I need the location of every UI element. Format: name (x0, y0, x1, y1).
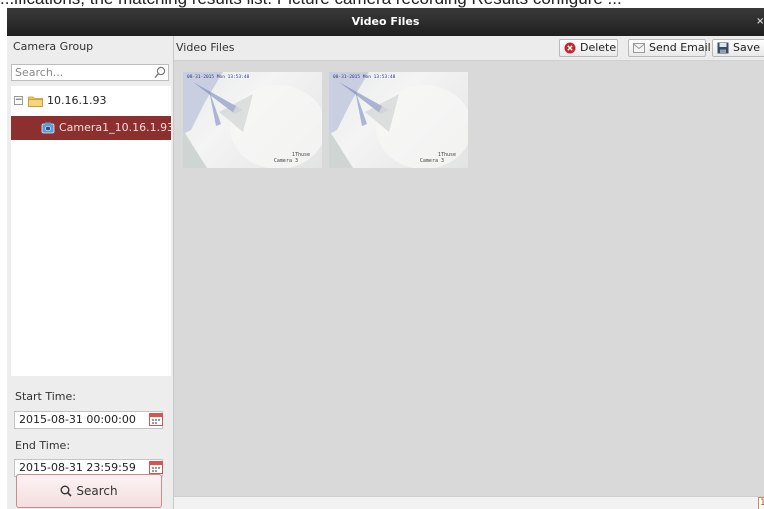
search-icon[interactable] (154, 66, 166, 79)
send-email-label: Send Email (649, 41, 711, 54)
save-as-button[interactable]: Save as (712, 39, 764, 57)
video-thumbnail[interactable]: 08-31-2015 Mon 13:53:48 1Thuse Camera 3 (329, 72, 468, 168)
end-time-label: End Time: (15, 439, 71, 452)
thumbnail-timestamp: 08-31-2015 Mon 13:53:48 (187, 75, 250, 80)
video-files-window: Video Files × Camera Group − 10.16.1.93 (7, 8, 764, 509)
delete-icon (564, 42, 576, 54)
results-toolbar: Video Files Delete Send Email Save (174, 36, 764, 61)
start-time-label: Start Time: (15, 390, 76, 403)
video-files-area: Video Files Delete Send Email Save 08-31… (174, 36, 764, 509)
background-document-text: ...ifications, the matching results list… (0, 0, 764, 8)
device-label: 10.16.1.93 (47, 94, 107, 107)
collapse-icon[interactable]: − (14, 96, 23, 105)
email-icon (633, 43, 645, 53)
delete-button[interactable]: Delete (559, 39, 618, 57)
search-button[interactable]: Search (16, 474, 162, 508)
tree-node-device[interactable]: − 10.16.1.93 (11, 92, 171, 110)
camera-group-header: Camera Group (13, 40, 94, 53)
camera-group-panel: Camera Group − 10.16.1.93 (7, 36, 174, 509)
search-button-label: Search (76, 484, 118, 498)
close-icon[interactable]: × (756, 8, 764, 36)
window-title: Video Files (351, 15, 420, 28)
folder-icon (28, 96, 43, 107)
camera-label: Camera1_10.16.1.93 (59, 121, 175, 134)
camera-icon (41, 122, 55, 134)
thumbnail-timestamp: 08-31-2015 Mon 13:53:48 (333, 75, 396, 80)
window-titlebar: Video Files × (7, 8, 764, 36)
video-thumbnail[interactable]: 08-31-2015 Mon 13:53:48 1Thuse Camera 3 (183, 72, 322, 168)
calendar-icon[interactable] (149, 412, 163, 426)
results-title: Video Files (176, 41, 235, 54)
start-time-field[interactable]: 2015-08-31 00:00:00 (14, 411, 163, 429)
search-icon (60, 485, 72, 497)
send-email-button[interactable]: Send Email (628, 39, 711, 57)
save-as-label: Save as (733, 41, 764, 54)
calendar-icon[interactable] (149, 460, 163, 474)
save-icon (717, 42, 729, 54)
delete-label: Delete (580, 41, 617, 54)
status-bar: 1 (174, 496, 764, 509)
page-number[interactable]: 1 (758, 497, 764, 509)
camera-search-box (11, 64, 169, 81)
thumbnail-caption: Camera 3 (419, 158, 444, 164)
tree-node-camera1[interactable]: Camera1_10.16.1.93 (11, 116, 175, 140)
camera-search-input[interactable] (12, 65, 145, 80)
thumbnail-caption: Camera 3 (273, 158, 298, 164)
camera-tree: − 10.16.1.93 Camera1_10.16.1.93 (11, 86, 175, 376)
